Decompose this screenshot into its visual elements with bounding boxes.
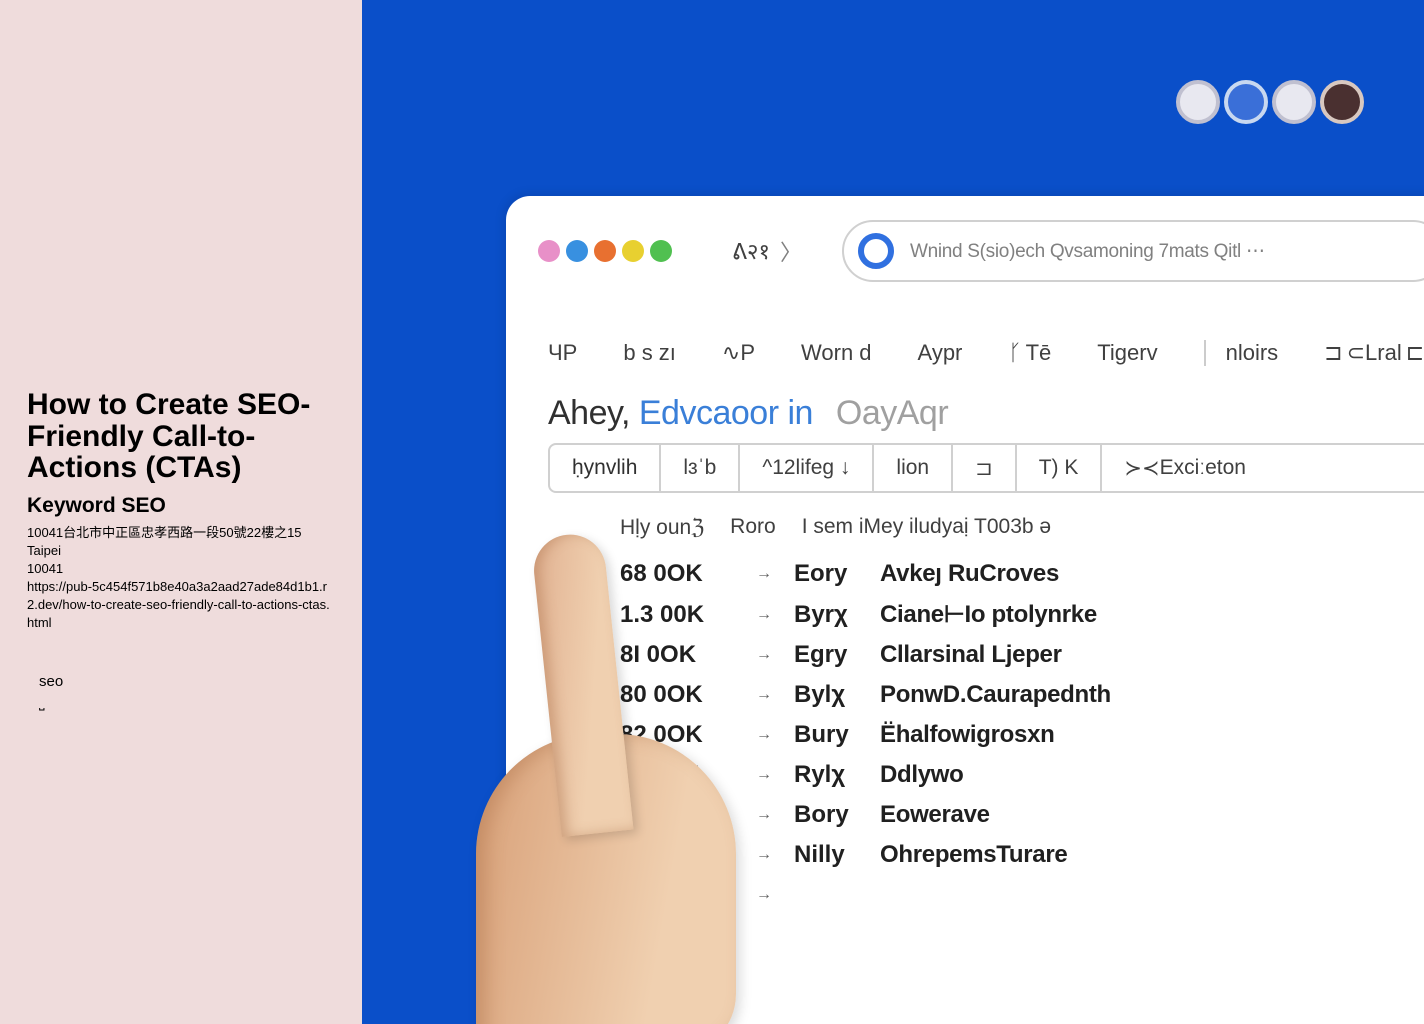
toolbar-item[interactable]: Tigerv <box>1097 340 1157 366</box>
window-dot-icon <box>538 240 560 262</box>
data-rows: 68 0OK→EoryAvkeȷ RuCroves 1.3 00K→ByrχCi… <box>548 554 1424 915</box>
logo-dot-icon <box>1176 80 1220 124</box>
address-line: 10041台北市中正區忠孝西路一段50號22樓之15 <box>27 524 335 542</box>
seo-badge: seo <box>39 673 335 690</box>
filter-cell[interactable]: lion <box>874 445 953 491</box>
query-part: OayAqr <box>836 394 948 432</box>
table-row: 8I 0OK→EgryCllarsinal Ljeper <box>620 635 1424 675</box>
toolbar-item[interactable]: ЧP <box>548 340 577 366</box>
table-row: 1.3 00K→ByrχCiane⊢Io ptolynrke <box>620 594 1424 635</box>
query-part: Edvcaoor in <box>639 394 813 432</box>
addressbar[interactable]: Wnind S(sio)ech Qvsamoning 7mats Qitl ⋯ <box>842 220 1424 282</box>
window-dot-icon <box>594 240 616 262</box>
table-row: 80 0OK→BylχPonwD.Caurapednth <box>620 675 1424 715</box>
browser-window: ᕕ२१ 〉 Wnind S(sio)ech Qvsamoning 7mats Q… <box>506 196 1424 1024</box>
url-line: https://pub-5c454f571b8e40a3a2aad27ade84… <box>27 578 335 633</box>
table-row: S0 0OK→NillyOhrepemsTurare <box>620 835 1424 875</box>
filter-row: ḥynvlih lɜˈb ^12lifeg ↓ lion ⊐ T) K ≻≺ E… <box>548 443 1424 493</box>
forward-arrow-icon[interactable]: 〉 <box>780 235 802 267</box>
window-dot-icon <box>566 240 588 262</box>
filter-cell[interactable]: lɜˈb <box>661 445 740 491</box>
keyword-label: Keyword SEO <box>27 494 335 518</box>
squiggle-icon: ∿P <box>722 340 755 366</box>
meta-item: I sem iMey iludyaị T003b ə <box>802 515 1051 540</box>
filter-cell[interactable]: ^12lifeg ↓ <box>740 445 874 491</box>
browser-header: ᕕ२१ 〉 Wnind S(sio)ech Qvsamoning 7mats Q… <box>530 220 1424 302</box>
postal-line: 10041 <box>27 560 335 578</box>
logo-dot-icon <box>1320 80 1364 124</box>
toolbar: ЧP b s zı ∿P Worn d Aypr ᚴ Tē Tigerv nlo… <box>530 302 1424 394</box>
query-line: Ahey, Edvcaoor in OayAqr <box>548 394 1424 433</box>
toolbar-item[interactable]: ᚴ Tē <box>1008 340 1051 366</box>
logo-banner <box>1176 80 1364 124</box>
toolbar-item[interactable]: ⊐ ⊂Lral ⊏⊐ <box>1324 340 1424 366</box>
table-row: 68 0OK→EoryAvkeȷ RuCroves <box>620 554 1424 594</box>
window-dot-icon <box>622 240 644 262</box>
content-area: Ahey, Edvcaoor in OayAqr ḥynvlih lɜˈb ^1… <box>530 394 1424 915</box>
table-row: 82 0OK→BuryËhalfowigrosxn <box>620 715 1424 755</box>
page-title: How to Create SEO-Friendly Call-to-Actio… <box>27 389 335 484</box>
filter-cell[interactable]: ⊐ <box>953 445 1017 491</box>
window-dot-icon <box>650 240 672 262</box>
sidebar: How to Create SEO-Friendly Call-to-Actio… <box>0 0 362 1024</box>
spinner-icon <box>858 233 894 269</box>
logo-dot-icon <box>1272 80 1316 124</box>
window-controls <box>538 240 672 262</box>
meta-item: Hḷy ounℨ <box>620 515 704 540</box>
city-line: Taipei <box>27 542 335 560</box>
toolbar-item[interactable]: nloirs <box>1204 340 1279 366</box>
table-row: 1.7 004→RylχDdlywo <box>620 755 1424 795</box>
meta-row: Hḷy ounℨ Roro I sem iMey iludyaị T003b ə <box>548 493 1424 554</box>
meta-item: Roro <box>730 515 776 540</box>
seo-glyph-icon: ⎵ <box>39 694 335 711</box>
toolbar-item[interactable]: b s zı <box>623 340 676 366</box>
table-row: 8E 0OK→ <box>620 875 1424 915</box>
hero-panel: ᕕ२१ 〉 Wnind S(sio)ech Qvsamoning 7mats Q… <box>362 0 1424 1024</box>
filter-cell[interactable]: T) K <box>1017 445 1101 491</box>
toolbar-item[interactable]: Aypr <box>918 340 963 366</box>
table-row: 32 0OK→BoryEowerave <box>620 795 1424 835</box>
toolbar-item[interactable]: Worn d <box>801 340 872 366</box>
logo-dot-icon <box>1224 80 1268 124</box>
query-part: Ahey, <box>548 394 630 432</box>
addressbar-text: Wnind S(sio)ech Qvsamoning 7mats Qitl ⋯ <box>910 240 1265 263</box>
filter-cell[interactable]: ḥynvlih <box>550 445 661 491</box>
filter-cell[interactable]: ≻≺ Exciːeton <box>1100 445 1268 491</box>
nav-glyph-icon: ᕕ२१ <box>732 236 770 266</box>
